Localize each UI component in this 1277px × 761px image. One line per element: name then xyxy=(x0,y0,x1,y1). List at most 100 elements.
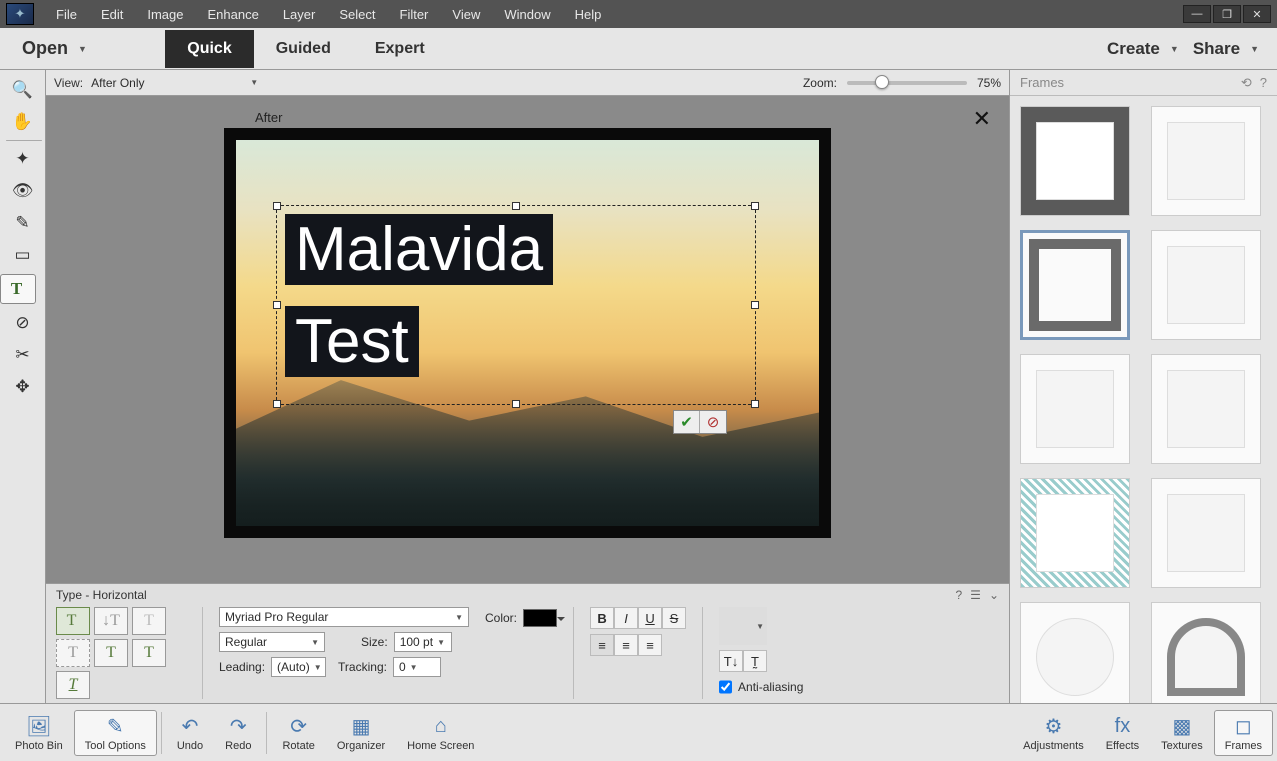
tool-hand[interactable]: ✋ xyxy=(5,107,41,137)
menu-layer[interactable]: Layer xyxy=(271,3,328,26)
tool-healing[interactable]: ⊘ xyxy=(5,308,41,338)
mode-tab-quick[interactable]: Quick xyxy=(165,30,253,68)
commit-button[interactable]: ✔ xyxy=(674,411,700,433)
type-mask-h-button[interactable]: T xyxy=(132,607,166,635)
align-left-button[interactable]: ≡ xyxy=(590,634,614,656)
zoom-thumb[interactable] xyxy=(875,75,889,89)
frame-magnify[interactable] xyxy=(1020,602,1130,703)
status-tool-options[interactable]: ✎Tool Options xyxy=(74,710,157,756)
underline-button[interactable]: U xyxy=(638,607,662,629)
menu-image[interactable]: Image xyxy=(135,3,195,26)
menu-view[interactable]: View xyxy=(440,3,492,26)
menu-window[interactable]: Window xyxy=(492,3,562,26)
handle-sw[interactable] xyxy=(273,400,281,408)
frame-thick-selected[interactable] xyxy=(1020,230,1130,340)
status-textures[interactable]: ▩Textures xyxy=(1150,710,1214,756)
warp-text-button[interactable]: T xyxy=(56,671,90,699)
warp-button[interactable]: T̰ xyxy=(743,650,767,672)
frame-plain[interactable] xyxy=(1151,106,1261,216)
status-home[interactable]: ⌂Home Screen xyxy=(396,710,485,756)
handle-e[interactable] xyxy=(751,301,759,309)
font-style-select[interactable]: Regular▼ xyxy=(219,632,325,652)
vertical-type-button[interactable]: ↓T xyxy=(94,607,128,635)
menu-select[interactable]: Select xyxy=(327,3,387,26)
anti-aliasing-checkbox[interactable] xyxy=(719,677,732,697)
status-frames[interactable]: ◻Frames xyxy=(1214,710,1273,756)
frame-checker[interactable] xyxy=(1020,478,1130,588)
close-button[interactable]: ✕ xyxy=(1243,5,1271,23)
collapse-icon[interactable]: ⌄ xyxy=(989,588,999,602)
reset-icon[interactable]: ⟲ xyxy=(1241,75,1252,91)
effects-icon: fx xyxy=(1115,714,1131,739)
italic-button[interactable]: I xyxy=(614,607,638,629)
tool-straighten[interactable]: ▭ xyxy=(5,240,41,270)
view-select[interactable]: After Only▼ xyxy=(91,76,261,90)
type-on-shape-button[interactable]: T xyxy=(94,639,128,667)
frame-tape[interactable] xyxy=(1020,354,1130,464)
horizontal-type-button[interactable]: T xyxy=(56,607,90,635)
frames-panel: Frames ⟲? xyxy=(1009,70,1277,703)
font-family-select[interactable]: Myriad Pro Regular▼ xyxy=(219,607,469,627)
align-right-button[interactable]: ≡ xyxy=(638,634,662,656)
tool-zoom[interactable]: 🔍 xyxy=(5,75,41,105)
menu-file[interactable]: File xyxy=(44,3,89,26)
status-undo[interactable]: ↶Undo xyxy=(166,710,214,756)
type-on-selection-button[interactable]: T xyxy=(56,639,90,667)
text-line-2[interactable]: Test xyxy=(285,306,419,377)
handle-ne[interactable] xyxy=(751,202,759,210)
text-color-swatch[interactable] xyxy=(523,609,557,627)
bold-button[interactable]: B xyxy=(590,607,614,629)
handle-n[interactable] xyxy=(512,202,520,210)
frame-stamp[interactable] xyxy=(1151,478,1261,588)
frame-thin[interactable] xyxy=(1151,230,1261,340)
menu-icon[interactable]: ☰ xyxy=(970,588,981,602)
tool-type[interactable]: T xyxy=(0,274,36,304)
status-photo-bin[interactable]: 🖼Photo Bin xyxy=(4,710,74,756)
vertical-text-button[interactable]: T↓ xyxy=(719,650,743,672)
tool-move[interactable]: ✥ xyxy=(5,372,41,402)
tracking-select[interactable]: 0▼ xyxy=(393,657,441,677)
mode-tab-guided[interactable]: Guided xyxy=(254,30,353,68)
type-on-path-button[interactable]: T xyxy=(132,639,166,667)
text-line-1[interactable]: Malavida xyxy=(285,214,553,285)
zoom-slider[interactable] xyxy=(847,81,967,85)
leading-select[interactable]: (Auto)▼ xyxy=(271,657,326,677)
minimize-button[interactable]: — xyxy=(1183,5,1211,23)
strikethrough-button[interactable]: S xyxy=(662,607,686,629)
create-button[interactable]: Create▼ xyxy=(1103,33,1183,65)
status-organizer[interactable]: ▦Organizer xyxy=(326,710,396,756)
handle-nw[interactable] xyxy=(273,202,281,210)
menu-enhance[interactable]: Enhance xyxy=(196,3,271,26)
tool-eye[interactable]: 👁 xyxy=(5,176,41,206)
tool-quick-select[interactable]: ✦ xyxy=(5,144,41,174)
handle-w[interactable] xyxy=(273,301,281,309)
status-redo[interactable]: ↷Redo xyxy=(214,710,262,756)
share-button[interactable]: Share▼ xyxy=(1189,33,1263,65)
text-bounding-box[interactable]: Malavida Test ✔ ⊘ xyxy=(276,205,756,405)
maximize-button[interactable]: ❐ xyxy=(1213,5,1241,23)
font-size-select[interactable]: 100 pt▼ xyxy=(394,632,452,652)
canvas[interactable]: Malavida Test ✔ ⊘ xyxy=(224,128,831,538)
status-effects[interactable]: fxEffects xyxy=(1095,710,1150,756)
zoom-value: 75% xyxy=(977,76,1001,90)
menu-edit[interactable]: Edit xyxy=(89,3,135,26)
mode-tab-expert[interactable]: Expert xyxy=(353,30,447,68)
menu-help[interactable]: Help xyxy=(563,3,614,26)
text-style-preset[interactable]: ▼ xyxy=(719,607,767,645)
menu-filter[interactable]: Filter xyxy=(388,3,441,26)
tool-crop[interactable]: ✂ xyxy=(5,340,41,370)
frame-flowers[interactable] xyxy=(1151,354,1261,464)
close-document-button[interactable]: ✕ xyxy=(973,106,991,132)
frame-arch[interactable] xyxy=(1151,602,1261,703)
frame-film[interactable] xyxy=(1020,106,1130,216)
open-button[interactable]: Open▼ xyxy=(0,38,109,59)
align-center-button[interactable]: ≡ xyxy=(614,634,638,656)
handle-s[interactable] xyxy=(512,400,520,408)
cancel-button[interactable]: ⊘ xyxy=(700,411,726,433)
help-icon[interactable]: ? xyxy=(955,588,962,602)
status-adjustments[interactable]: ⚙Adjustments xyxy=(1012,710,1095,756)
help-icon[interactable]: ? xyxy=(1260,75,1267,91)
handle-se[interactable] xyxy=(751,400,759,408)
tool-brush[interactable]: ✎ xyxy=(5,208,41,238)
status-rotate[interactable]: ⟳Rotate xyxy=(271,710,325,756)
